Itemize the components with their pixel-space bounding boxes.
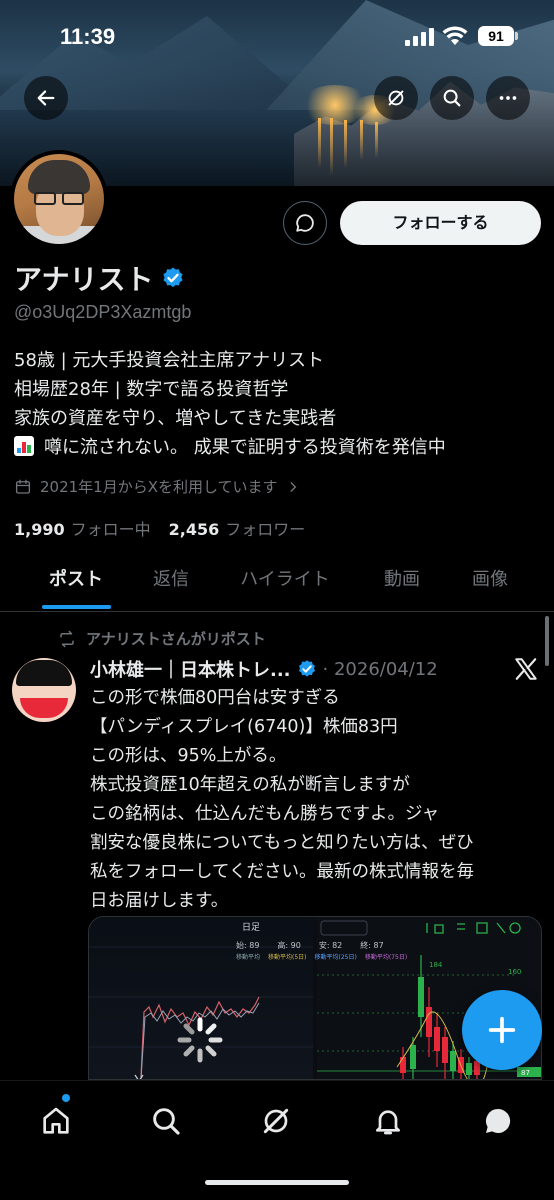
repost-label: アナリストさんがリポスト	[86, 630, 266, 648]
active-tab-indicator	[42, 605, 111, 609]
profile-name-row: アナリスト	[14, 258, 185, 298]
home-icon	[43, 1107, 69, 1134]
cellular-signal-icon	[405, 28, 435, 46]
notification-dot	[62, 1094, 70, 1102]
bar-chart-emoji-icon	[14, 436, 34, 456]
tab-highlights[interactable]: ハイライト	[222, 552, 348, 610]
follow-stats: 1,990 フォロー中 2,456 フォロワー	[14, 516, 305, 540]
banner-reflection	[344, 120, 347, 168]
nav-notifications[interactable]	[368, 1101, 408, 1141]
chart-ma-5: 移動平均(5日)	[268, 954, 307, 961]
bio-line-with-emoji: 噂に流されない。 成果で証明する投資術を発信中	[14, 433, 446, 462]
chat-icon	[485, 1108, 511, 1133]
bell-icon	[376, 1110, 400, 1135]
battery-indicator: 91	[478, 26, 514, 46]
followers-label: フォロワー	[225, 520, 306, 539]
chart-high: 高: 90	[277, 941, 301, 950]
banner-reflection	[318, 118, 321, 168]
following-label: フォロー中	[70, 520, 151, 539]
search-icon	[153, 1108, 180, 1135]
avatar-image	[14, 154, 104, 244]
chart-ohlc: 始: 89 高: 90 安: 82 終: 87	[236, 940, 384, 951]
compose-button[interactable]	[462, 990, 542, 1070]
battery-tip	[515, 32, 518, 40]
more-icon	[499, 96, 517, 100]
bio-line: 58歳 | 元大手投資会社主席アナリスト	[14, 350, 325, 371]
back-button[interactable]	[24, 76, 68, 120]
joined-text: 2021年1月からXを利用しています	[40, 478, 278, 496]
nav-messages[interactable]	[478, 1101, 518, 1141]
chart-open: 始: 89	[236, 941, 260, 950]
profile-avatar[interactable]	[10, 150, 108, 248]
calendar-icon	[15, 479, 31, 494]
chevron-right-icon	[290, 481, 296, 492]
repost-icon	[60, 630, 74, 647]
banner-reflection	[375, 122, 378, 158]
following-stat[interactable]: 1,990 フォロー中	[14, 516, 151, 540]
tab-videos[interactable]: 動画	[364, 552, 440, 610]
chart-price-high: 184	[429, 961, 443, 969]
verified-badge-icon[interactable]	[161, 266, 185, 290]
profile-bio: 58歳 | 元大手投資会社主席アナリスト 相場歴28年 | 数字で語る投資哲学 …	[14, 346, 446, 462]
message-icon	[296, 214, 314, 232]
chart-ma-75: 移動平均(75日)	[364, 954, 408, 961]
status-time: 11:39	[60, 24, 116, 49]
chart-low: 安: 82	[318, 941, 343, 950]
profile-name: アナリスト	[14, 263, 154, 296]
repost-indicator: アナリストさんがリポスト	[58, 628, 266, 649]
message-button[interactable]	[283, 201, 327, 245]
home-indicator	[205, 1180, 349, 1185]
nav-home[interactable]	[36, 1101, 76, 1141]
loading-spinner-icon	[177, 1017, 223, 1063]
tab-posts[interactable]: ポスト	[30, 552, 122, 610]
post-text: この形で株価80円台は安すぎる 【パンディスプレイ(6740)】株価83円 この…	[90, 688, 474, 911]
search-button[interactable]	[430, 76, 474, 120]
tab-images[interactable]: 画像	[452, 552, 528, 610]
more-button[interactable]	[486, 76, 530, 120]
bio-line: 噂に流されない。 成果で証明する投資術を発信中	[44, 437, 446, 458]
post-author-avatar[interactable]	[12, 658, 76, 722]
bio-line: 家族の資産を守り、増やしてきた実践者	[14, 408, 337, 429]
plus-icon	[488, 1016, 516, 1044]
bio-line: 相場歴28年 | 数字で語る投資哲学	[14, 379, 289, 400]
wifi-icon	[442, 26, 468, 45]
verified-badge-icon	[298, 660, 315, 677]
chart-ma-label: 移動平均	[236, 954, 261, 961]
chart-price-last: 87	[518, 1069, 533, 1077]
followers-stat[interactable]: 2,456 フォロワー	[169, 516, 306, 540]
grok-button[interactable]	[374, 76, 418, 120]
follow-button[interactable]: フォローする	[340, 201, 541, 245]
banner-reflection	[330, 118, 333, 176]
scrollbar[interactable]	[545, 616, 549, 666]
grok-icon	[263, 1108, 289, 1134]
chart-moving-averages: 移動平均 移動平均(5日) 移動平均(25日) 移動平均(75日)	[236, 952, 407, 961]
chart-ma-25: 移動平均(25日)	[314, 954, 357, 961]
chart-price-mid: 160	[508, 968, 522, 976]
post-author-name[interactable]: 小林雄一｜日本株トレ...	[90, 656, 291, 682]
nav-search[interactable]	[146, 1101, 186, 1141]
nav-grok[interactable]	[256, 1101, 296, 1141]
post-date: · 2026/04/12	[322, 658, 438, 680]
arrow-left-icon	[37, 90, 55, 106]
chart-period-selector: 日足	[232, 920, 260, 933]
following-count: 1,990	[14, 520, 65, 539]
followers-count: 2,456	[168, 520, 220, 539]
status-bar: 11:39 91	[0, 0, 554, 70]
profile-handle: @o3Uq2DP3Xazmtgb	[14, 302, 192, 322]
tab-replies[interactable]: 返信	[134, 552, 208, 610]
grok-icon	[388, 90, 404, 106]
chart-close: 終: 87	[360, 941, 384, 950]
profile-tabs: ポスト 返信 ハイライト 動画 画像	[0, 552, 554, 612]
post-header: 小林雄一｜日本株トレ... · 2026/04/12	[90, 656, 438, 682]
chart-period: 日足	[242, 923, 261, 933]
joined-date[interactable]: 2021年1月からXを利用しています	[14, 476, 300, 497]
banner-reflection	[360, 120, 363, 160]
x-logo-icon[interactable]	[513, 656, 539, 682]
search-icon	[443, 89, 461, 107]
